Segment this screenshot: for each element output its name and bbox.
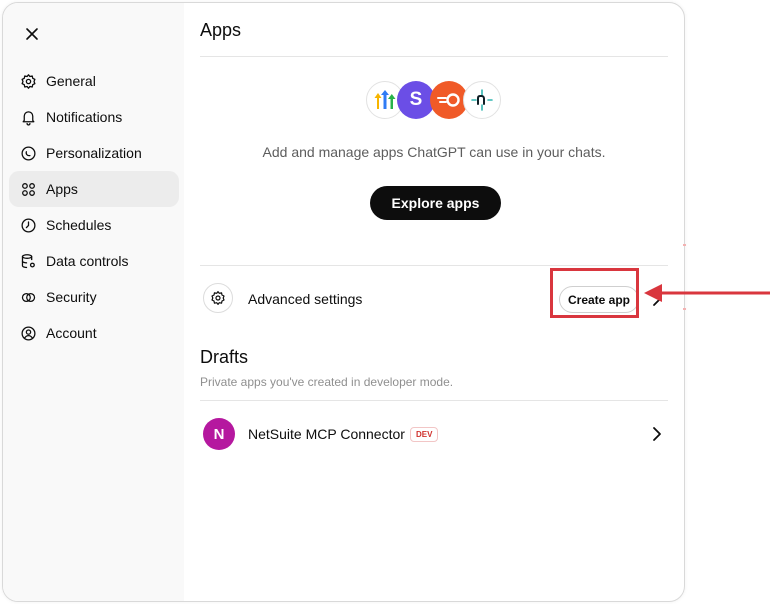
explore-apps-button[interactable]: Explore apps: [370, 186, 501, 220]
close-icon: [26, 28, 38, 40]
sidebar-item-label: Security: [46, 289, 97, 305]
personalization-icon: [19, 144, 37, 162]
drafts-heading: Drafts: [200, 347, 249, 367]
apps-intro-text: Add and manage apps ChatGPT can use in y…: [262, 144, 606, 160]
create-app-button[interactable]: Create app: [559, 286, 639, 313]
app-logos: S: [366, 81, 506, 121]
sidebar-item-label: Data controls: [46, 253, 129, 269]
chevron-right-icon: [653, 427, 661, 441]
sidebar-item-apps[interactable]: Apps: [9, 171, 179, 207]
netlify-logo-icon: [463, 81, 501, 119]
advanced-settings-label: Advanced settings: [248, 291, 363, 307]
title-divider: [200, 56, 668, 57]
sidebar-item-label: Apps: [46, 181, 78, 197]
edge-mark: [683, 308, 686, 310]
sidebar-item-general[interactable]: General: [9, 63, 179, 99]
screenshot-page: General Notifications Personalization Ap…: [0, 0, 771, 604]
sidebar-item-schedules[interactable]: Schedules: [9, 207, 179, 243]
grid-icon: [19, 180, 37, 198]
sidebar-item-personalization[interactable]: Personalization: [9, 135, 179, 171]
apps-panel: Apps S Add and manage apps ChatGPT can u…: [200, 3, 668, 601]
gear-icon: [19, 72, 37, 90]
sidebar-item-notifications[interactable]: Notifications: [9, 99, 179, 135]
database-gear-icon: [19, 252, 37, 270]
sidebar-item-data-controls[interactable]: Data controls: [9, 243, 179, 279]
section-divider: [200, 265, 668, 266]
user-circle-icon: [19, 324, 37, 342]
dev-badge: DEV: [410, 427, 439, 442]
shield-icon: [19, 288, 37, 306]
app-avatar: N: [203, 418, 235, 450]
sidebar-item-label: Notifications: [46, 109, 123, 125]
sidebar-item-account[interactable]: Account: [9, 315, 179, 351]
settings-dialog: General Notifications Personalization Ap…: [2, 2, 685, 602]
sidebar-item-label: Schedules: [46, 217, 112, 233]
chevron-right-icon: [653, 292, 661, 306]
close-button[interactable]: [19, 21, 45, 47]
advanced-settings-row[interactable]: Advanced settings Create app: [200, 279, 668, 319]
sidebar-item-label: Account: [46, 325, 97, 341]
settings-nav: General Notifications Personalization Ap…: [9, 63, 179, 351]
drafts-divider: [200, 400, 668, 401]
bell-icon: [19, 108, 37, 126]
sidebar-item-label: General: [46, 73, 96, 89]
edge-mark: [683, 244, 686, 246]
gear-icon: [203, 283, 233, 313]
draft-app-row[interactable]: N NetSuite MCP Connector DEV: [200, 413, 668, 457]
sidebar-item-label: Personalization: [46, 145, 142, 161]
settings-sidebar: General Notifications Personalization Ap…: [3, 3, 184, 601]
page-title: Apps: [200, 20, 242, 40]
sidebar-item-security[interactable]: Security: [9, 279, 179, 315]
clock-icon: [19, 216, 37, 234]
draft-app-name: NetSuite MCP Connector: [248, 426, 405, 442]
drafts-subtitle: Private apps you've created in developer…: [200, 375, 454, 389]
